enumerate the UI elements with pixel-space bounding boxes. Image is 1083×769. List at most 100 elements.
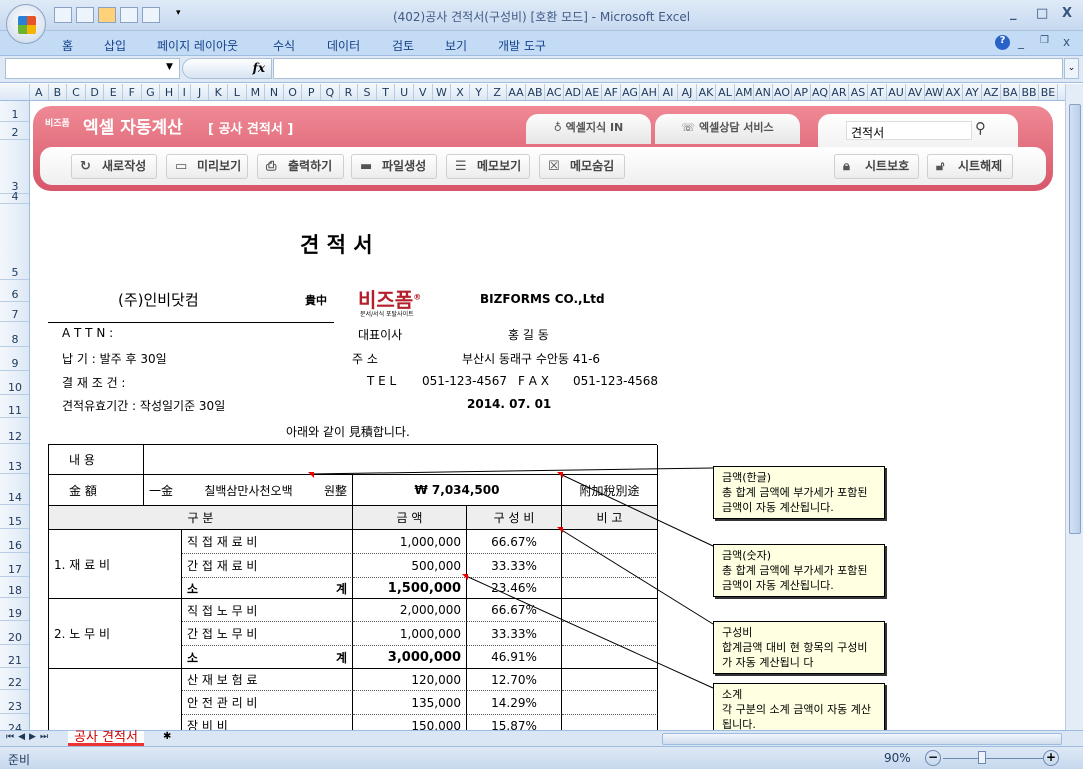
- column-header[interactable]: AL: [716, 84, 735, 100]
- sheet-nav-buttons[interactable]: ⏮◀▶⏭: [6, 732, 52, 742]
- ribbon-minimize-button[interactable]: _: [1018, 35, 1024, 49]
- column-header[interactable]: U: [395, 84, 414, 100]
- column-header[interactable]: AA: [507, 84, 526, 100]
- column-header[interactable]: AH: [640, 84, 659, 100]
- column-header[interactable]: AW: [925, 84, 944, 100]
- ribbon-tab[interactable]: 수식: [273, 37, 295, 54]
- window-icon[interactable]: [120, 7, 138, 23]
- column-header[interactable]: AY: [963, 84, 982, 100]
- column-header[interactable]: AB: [526, 84, 545, 100]
- row-header[interactable]: 16: [0, 529, 29, 553]
- column-header[interactable]: Y: [470, 84, 489, 100]
- row-header[interactable]: 10: [0, 371, 29, 395]
- column-header[interactable]: H: [160, 84, 179, 100]
- column-header[interactable]: AV: [906, 84, 925, 100]
- column-header[interactable]: C: [67, 84, 86, 100]
- column-header[interactable]: AZ: [982, 84, 1001, 100]
- column-header[interactable]: AM: [735, 84, 754, 100]
- row-header[interactable]: 7: [0, 302, 29, 322]
- ribbon-tab[interactable]: 개발 도구: [498, 37, 546, 54]
- ribbon-tab[interactable]: 데이터: [327, 37, 360, 54]
- office-button[interactable]: [6, 4, 46, 44]
- row-header[interactable]: 15: [0, 505, 29, 529]
- column-header[interactable]: I: [179, 84, 191, 100]
- row-header[interactable]: 21: [0, 645, 29, 668]
- column-header[interactable]: S: [358, 84, 377, 100]
- zoom-in-button[interactable]: +: [1043, 750, 1059, 766]
- column-header[interactable]: T: [377, 84, 396, 100]
- column-header[interactable]: O: [284, 84, 303, 100]
- ribbon-restore-button[interactable]: ❐: [1040, 35, 1049, 46]
- column-header[interactable]: BE: [1039, 84, 1058, 100]
- column-header[interactable]: N: [265, 84, 284, 100]
- ribbon-tab[interactable]: 보기: [445, 37, 467, 54]
- column-header[interactable]: L: [228, 84, 247, 100]
- maximize-button[interactable]: □: [1036, 6, 1048, 21]
- column-header[interactable]: D: [86, 84, 105, 100]
- column-header[interactable]: B: [49, 84, 68, 100]
- row-header[interactable]: 9: [0, 347, 29, 371]
- column-header[interactable]: K: [209, 84, 228, 100]
- row-header[interactable]: 13: [0, 444, 29, 474]
- row-header[interactable]: 22: [0, 668, 29, 690]
- vertical-scrollbar[interactable]: [1065, 84, 1083, 730]
- column-header[interactable]: AP: [792, 84, 811, 100]
- ribbon-tab[interactable]: 페이지 레이아웃: [157, 37, 238, 54]
- ribbon-tab[interactable]: 검토: [392, 37, 414, 54]
- column-header[interactable]: BB: [1020, 84, 1039, 100]
- column-header[interactable]: X: [451, 84, 470, 100]
- row-header[interactable]: 2: [0, 122, 29, 140]
- ribbon-close-button[interactable]: x: [1063, 35, 1070, 49]
- help-icon[interactable]: ?: [995, 35, 1010, 50]
- row-header[interactable]: 23: [0, 690, 29, 714]
- expand-formula-icon[interactable]: ⌄: [1064, 58, 1079, 79]
- column-header[interactable]: W: [433, 84, 452, 100]
- column-header[interactable]: AI: [659, 84, 678, 100]
- column-header[interactable]: V: [414, 84, 433, 100]
- formula-input[interactable]: [273, 58, 1063, 79]
- row-header[interactable]: 24: [0, 714, 29, 730]
- column-header[interactable]: AK: [697, 84, 716, 100]
- column-header[interactable]: AD: [564, 84, 583, 100]
- row-header[interactable]: 5: [0, 204, 29, 280]
- new-sheet-icon[interactable]: ✱: [163, 731, 187, 746]
- insert-function-button[interactable]: fx: [182, 58, 272, 79]
- grid-icon[interactable]: [76, 7, 94, 23]
- close-button[interactable]: X: [1062, 6, 1072, 21]
- select-all-button[interactable]: [0, 84, 30, 100]
- column-header[interactable]: R: [340, 84, 359, 100]
- ribbon-tab[interactable]: 삽입: [104, 37, 126, 54]
- row-header[interactable]: 18: [0, 577, 29, 598]
- column-header[interactable]: G: [142, 84, 161, 100]
- column-header[interactable]: E: [104, 84, 123, 100]
- column-header[interactable]: Z: [488, 84, 507, 100]
- column-header[interactable]: AN: [754, 84, 773, 100]
- row-header[interactable]: 20: [0, 621, 29, 645]
- column-header[interactable]: Q: [321, 84, 340, 100]
- name-box[interactable]: [5, 58, 180, 79]
- column-header[interactable]: P: [302, 84, 321, 100]
- column-header[interactable]: AF: [602, 84, 621, 100]
- zoom-slider[interactable]: [943, 758, 1043, 759]
- row-header[interactable]: 8: [0, 322, 29, 347]
- row-header[interactable]: 6: [0, 280, 29, 302]
- row-header[interactable]: 11: [0, 395, 29, 418]
- ribbon-tab[interactable]: 홈: [62, 37, 73, 54]
- qat-dropdown-icon[interactable]: ▾: [176, 8, 181, 18]
- table-icon[interactable]: [142, 7, 160, 23]
- row-header[interactable]: 3: [0, 140, 29, 194]
- column-header[interactable]: AQ: [811, 84, 830, 100]
- column-header[interactable]: AJ: [678, 84, 697, 100]
- row-header[interactable]: 1: [0, 101, 29, 122]
- column-header[interactable]: AT: [868, 84, 887, 100]
- column-header[interactable]: AX: [944, 84, 963, 100]
- row-header[interactable]: 14: [0, 474, 29, 505]
- sheet-tab-active[interactable]: 공사 견적서: [68, 731, 144, 746]
- column-header[interactable]: AS: [849, 84, 868, 100]
- column-header[interactable]: AC: [545, 84, 564, 100]
- name-box-dropdown-icon[interactable]: ▼: [166, 62, 173, 72]
- worksheet[interactable]: 비즈폼 엑셀 자동계산 [ 공사 견적서 ] ♁ 엑셀지식 IN ☏ 엑셀상담 …: [30, 101, 1065, 730]
- row-header[interactable]: 17: [0, 553, 29, 577]
- column-header[interactable]: AG: [621, 84, 640, 100]
- column-header[interactable]: AE: [583, 84, 602, 100]
